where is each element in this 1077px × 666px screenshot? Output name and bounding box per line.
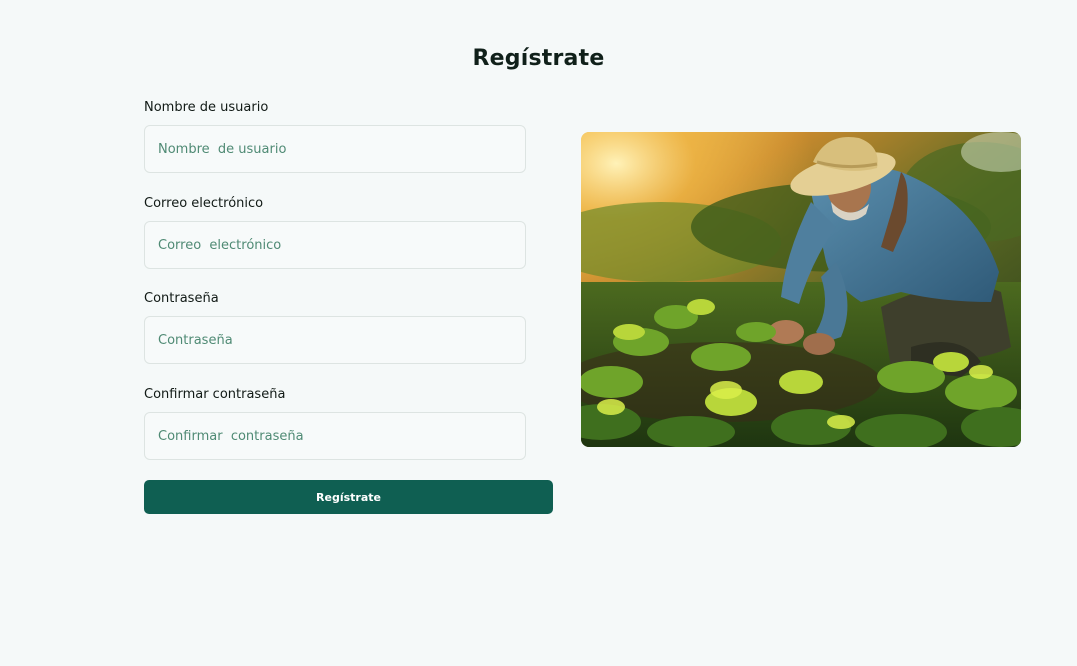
register-button[interactable]: Regístrate xyxy=(144,480,553,514)
email-label: Correo electrónico xyxy=(144,196,264,211)
page-title: Regístrate xyxy=(472,46,605,71)
confirm-password-label: Confirmar contraseña xyxy=(144,387,286,402)
farmer-photo xyxy=(581,132,1021,447)
username-input[interactable] xyxy=(144,125,526,173)
password-input[interactable] xyxy=(144,316,526,364)
username-label: Nombre de usuario xyxy=(144,100,269,115)
farmer-illustration xyxy=(581,132,1021,447)
email-input[interactable] xyxy=(144,221,526,269)
confirm-password-input[interactable] xyxy=(144,412,526,460)
password-label: Contraseña xyxy=(144,291,219,306)
